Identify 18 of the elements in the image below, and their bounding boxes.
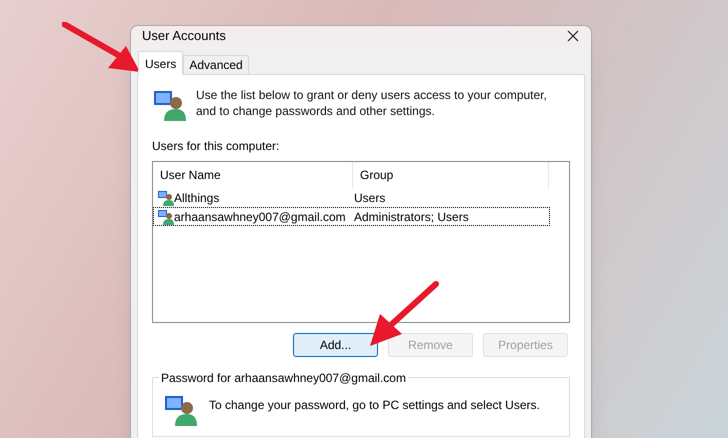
dialog-button[interactable]: Add... [293, 333, 378, 357]
table-cell-text: Administrators; Users [354, 208, 469, 226]
column-header[interactable]: User Name [153, 162, 353, 188]
user-row[interactable]: arhaansawhney007@gmail.com Administrators; Users [153, 207, 550, 226]
users-label: Users for this computer: [152, 138, 280, 155]
user-row[interactable]: Allthings Users [153, 188, 550, 207]
user-icon [158, 208, 174, 224]
password-text: To change your password, go to PC settings and select Users. [209, 397, 540, 414]
user-icon [158, 190, 174, 206]
intro-text: Use the list below to grant or deny users access to your computer, and to change passwords and other settings. [196, 87, 548, 119]
table-cell-text: Allthings [174, 190, 220, 206]
user-icon [165, 394, 197, 426]
column-header[interactable]: Group [353, 162, 549, 188]
table-cell-text: Users [354, 190, 386, 206]
window-title: User Accounts [142, 27, 226, 46]
tab[interactable]: Advanced [183, 55, 249, 74]
table-cell-text: arhaansawhney007@gmail.com [174, 208, 347, 226]
tab[interactable]: Users [138, 51, 184, 75]
